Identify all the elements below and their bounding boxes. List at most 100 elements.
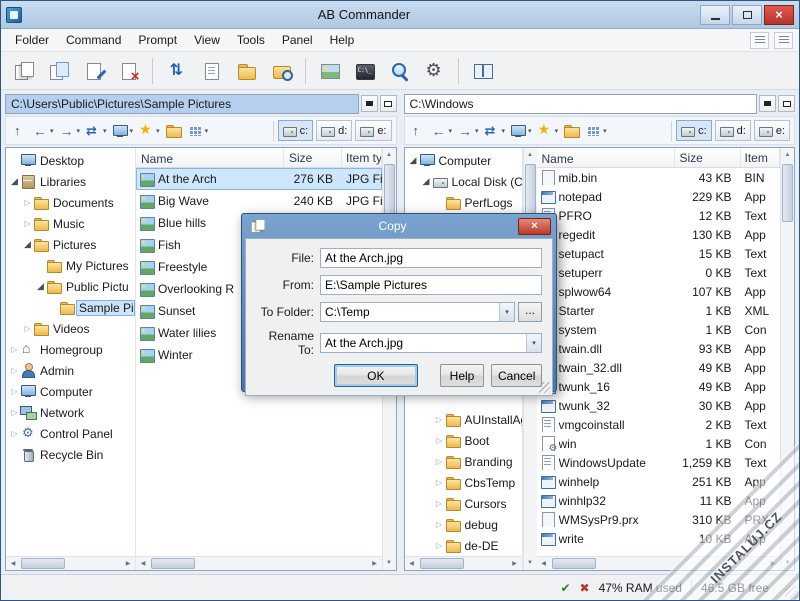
tree-item-public-pictu[interactable]: ◢Public Pictu bbox=[6, 276, 135, 297]
file-row-winhelp[interactable]: winhelp251 KBApp bbox=[537, 472, 781, 491]
dialog-resize-grip[interactable] bbox=[539, 382, 550, 393]
tree-item-desktop[interactable]: Desktop bbox=[6, 150, 135, 171]
tree-item-cursors[interactable]: ▷Cursors bbox=[405, 493, 522, 514]
file-row-twain-32-dll[interactable]: twain_32.dll49 KBApp bbox=[537, 358, 781, 377]
file-row-setupact[interactable]: setupact15 KBText bbox=[537, 244, 781, 263]
scroll-left-icon[interactable]: ◀ bbox=[537, 557, 551, 570]
title-bar[interactable]: AB Commander × bbox=[1, 1, 799, 29]
column-header-size[interactable]: Size bbox=[284, 148, 342, 167]
combo-dropdown-button[interactable]: ▾ bbox=[499, 303, 514, 321]
cancel-button[interactable]: Cancel bbox=[491, 364, 542, 387]
close-button[interactable]: × bbox=[764, 5, 794, 25]
delete-button[interactable] bbox=[112, 56, 145, 86]
tree-item-de-de[interactable]: ▷de-DE bbox=[405, 535, 522, 556]
expander-icon[interactable]: ▷ bbox=[22, 324, 33, 333]
favorites-button[interactable]: ▾ bbox=[535, 119, 561, 143]
file-row-system[interactable]: system1 KBCon bbox=[537, 320, 781, 339]
scrollbar-thumb[interactable] bbox=[782, 164, 793, 222]
settings-button[interactable] bbox=[418, 56, 451, 86]
back-button[interactable]: ▾ bbox=[30, 119, 56, 143]
column-header-item-type[interactable]: Item type bbox=[342, 148, 382, 167]
file-row-windowsupdate[interactable]: WindowsUpdate1,259 KBText bbox=[537, 453, 781, 472]
tree-item-perflogs[interactable]: PerfLogs bbox=[405, 192, 522, 213]
file-row-at-the-arch[interactable]: At the Arch276 KBJPG File bbox=[136, 168, 382, 190]
scroll-down-icon[interactable]: ▼ bbox=[383, 556, 396, 570]
expander-icon[interactable]: ▷ bbox=[434, 499, 445, 508]
file-row-write[interactable]: write10 KBApp bbox=[537, 529, 781, 548]
browse-button[interactable]: ... bbox=[518, 302, 542, 322]
scrollbar-thumb[interactable] bbox=[552, 558, 596, 569]
file-row-twunk-16[interactable]: twunk_1649 KBApp bbox=[537, 377, 781, 396]
expander-icon[interactable]: ▷ bbox=[22, 219, 33, 228]
menu-item-help[interactable]: Help bbox=[322, 30, 363, 50]
scrollbar-track[interactable] bbox=[551, 557, 767, 570]
right-list-hscrollbar[interactable]: ◀ ▶ bbox=[537, 556, 781, 570]
menu-item-command[interactable]: Command bbox=[58, 30, 129, 50]
parent-folder-button[interactable] bbox=[407, 119, 428, 143]
tree-item-my-pictures[interactable]: My Pictures bbox=[6, 255, 135, 276]
refresh-button[interactable]: ▾ bbox=[83, 119, 109, 143]
scrollbar-track[interactable] bbox=[150, 557, 368, 570]
views-button[interactable]: ▾ bbox=[185, 119, 211, 143]
expander-icon[interactable]: ▷ bbox=[434, 478, 445, 487]
expander-icon[interactable]: ▷ bbox=[9, 429, 20, 438]
scroll-up-icon[interactable]: ▲ bbox=[781, 148, 794, 162]
combo-dropdown-button[interactable]: ▾ bbox=[526, 334, 541, 352]
file-row-twain-dll[interactable]: twain.dll93 KBApp bbox=[537, 339, 781, 358]
duplicate-button[interactable] bbox=[42, 56, 75, 86]
drive-button-e[interactable]: e: bbox=[355, 120, 391, 141]
scroll-left-icon[interactable]: ◀ bbox=[405, 557, 419, 570]
tree-item-local-disk-c[interactable]: ◢Local Disk (C:) bbox=[405, 171, 522, 192]
computer-button[interactable]: ▾ bbox=[110, 119, 136, 143]
image-viewer-button[interactable] bbox=[313, 56, 346, 86]
file-list-button[interactable] bbox=[195, 56, 228, 86]
scroll-left-icon[interactable]: ◀ bbox=[6, 557, 20, 570]
expander-icon[interactable]: ▷ bbox=[434, 541, 445, 550]
tree-item-debug[interactable]: ▷debug bbox=[405, 514, 522, 535]
scrollbar-track[interactable] bbox=[781, 162, 794, 556]
expander-icon[interactable]: ▷ bbox=[22, 198, 33, 207]
file-row-regedit[interactable]: regedit130 KBApp bbox=[537, 225, 781, 244]
tree-item-branding[interactable]: ▷Branding bbox=[405, 451, 522, 472]
scroll-right-icon[interactable]: ▶ bbox=[121, 557, 135, 570]
drive-button-c[interactable]: c: bbox=[676, 120, 712, 141]
scrollbar-thumb[interactable] bbox=[420, 558, 464, 569]
expander-icon[interactable]: ◢ bbox=[421, 176, 432, 187]
scroll-down-icon[interactable]: ▼ bbox=[781, 556, 794, 570]
forward-button[interactable]: ▾ bbox=[57, 119, 83, 143]
menu-item-folder[interactable]: Folder bbox=[7, 30, 57, 50]
left-list-hscrollbar[interactable]: ◀ ▶ bbox=[136, 556, 382, 570]
scroll-left-icon[interactable]: ◀ bbox=[136, 557, 150, 570]
folder-button[interactable] bbox=[163, 119, 184, 143]
tree-item-admin[interactable]: ▷Admin bbox=[6, 360, 135, 381]
help-button[interactable]: Help bbox=[440, 364, 485, 387]
file-row-vmgcoinstall[interactable]: vmgcoinstall2 KBText bbox=[537, 415, 781, 434]
menu-item-tools[interactable]: Tools bbox=[229, 30, 273, 50]
scrollbar-thumb[interactable] bbox=[151, 558, 195, 569]
scrollbar-track[interactable] bbox=[419, 557, 508, 570]
column-header-size[interactable]: Size bbox=[675, 148, 741, 167]
file-row-splwow64[interactable]: splwow64107 KBApp bbox=[537, 282, 781, 301]
file-input[interactable] bbox=[320, 248, 542, 268]
to-folder-input[interactable] bbox=[320, 302, 515, 322]
new-folder-button[interactable] bbox=[230, 56, 263, 86]
left-panel-maximize-button[interactable] bbox=[380, 95, 397, 112]
scroll-right-icon[interactable]: ▶ bbox=[508, 557, 522, 570]
check-icon[interactable]: ✔ bbox=[560, 581, 570, 595]
tree-item-homegroup[interactable]: ▷Homegroup bbox=[6, 339, 135, 360]
menu-item-prompt[interactable]: Prompt bbox=[130, 30, 185, 50]
tree-item-network[interactable]: ▷Network bbox=[6, 402, 135, 423]
file-row-win[interactable]: win1 KBCon bbox=[537, 434, 781, 453]
tree-item-computer[interactable]: ◢Computer bbox=[405, 150, 522, 171]
expander-icon[interactable]: ◢ bbox=[408, 155, 419, 166]
file-row-wmsyspr9-prx[interactable]: WMSysPr9.prx310 KBPRX bbox=[537, 510, 781, 529]
search-button[interactable] bbox=[383, 56, 416, 86]
expander-icon[interactable]: ▷ bbox=[434, 436, 445, 445]
expander-icon[interactable]: ◢ bbox=[22, 239, 33, 250]
menu-item-view[interactable]: View bbox=[186, 30, 228, 50]
computer-button[interactable]: ▾ bbox=[508, 119, 534, 143]
panel-layout-button[interactable] bbox=[466, 56, 499, 86]
expander-icon[interactable]: ▷ bbox=[434, 415, 445, 424]
left-panel-menu-button[interactable] bbox=[361, 95, 378, 112]
drive-button-d[interactable]: d: bbox=[715, 120, 751, 141]
